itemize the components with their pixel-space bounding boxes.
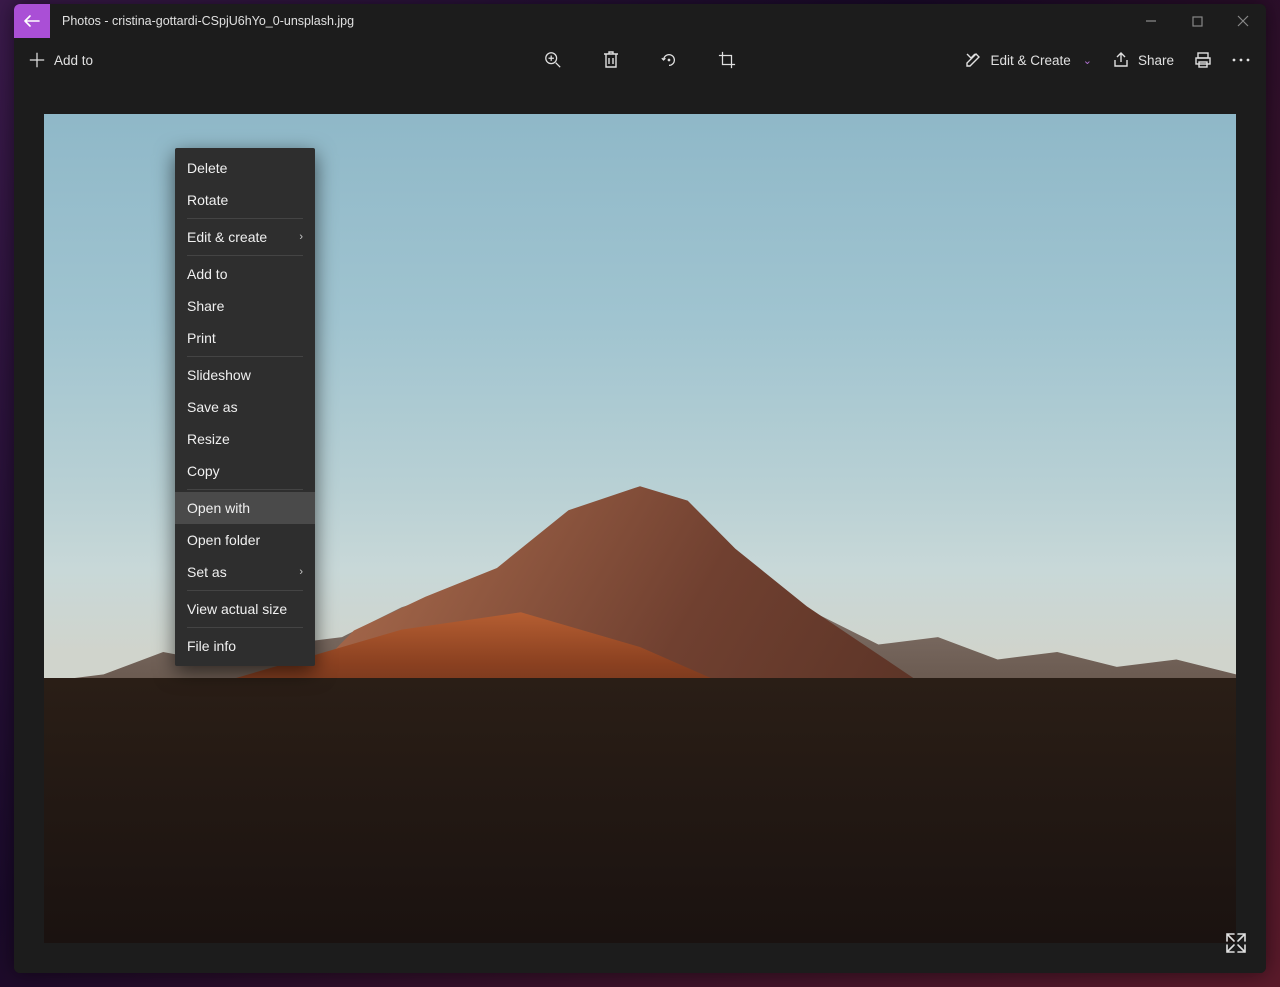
chevron-down-icon: ⌄: [1083, 54, 1092, 67]
maximize-button[interactable]: [1174, 4, 1220, 38]
menu-item-label: Add to: [187, 266, 227, 282]
crop-icon: [718, 51, 736, 69]
menu-item-print[interactable]: Print: [175, 322, 315, 354]
menu-item-add-to[interactable]: Add to: [175, 258, 315, 290]
more-icon: [1232, 51, 1250, 69]
fullscreen-button[interactable]: [1224, 931, 1248, 955]
menu-item-label: Delete: [187, 160, 227, 176]
add-to-button[interactable]: Add to: [28, 51, 93, 69]
zoom-in-icon: [544, 51, 562, 69]
chevron-right-icon: ›: [299, 231, 303, 243]
share-icon: [1112, 51, 1130, 69]
menu-item-label: Open with: [187, 500, 250, 516]
menu-item-label: File info: [187, 638, 236, 654]
menu-separator: [187, 489, 303, 490]
print-button[interactable]: [1194, 51, 1212, 69]
menu-separator: [187, 356, 303, 357]
chevron-right-icon: ›: [299, 566, 303, 578]
menu-item-label: Set as: [187, 564, 227, 580]
menu-item-label: Edit & create: [187, 229, 267, 245]
toolbar: Add to: [14, 38, 1266, 82]
menu-item-edit-create[interactable]: Edit & create ›: [175, 221, 315, 253]
edit-icon: [964, 51, 982, 69]
menu-item-label: Slideshow: [187, 367, 251, 383]
menu-item-rotate[interactable]: Rotate: [175, 184, 315, 216]
menu-item-label: Open folder: [187, 532, 260, 548]
menu-item-view-actual-size[interactable]: View actual size: [175, 593, 315, 625]
menu-separator: [187, 627, 303, 628]
menu-item-slideshow[interactable]: Slideshow: [175, 359, 315, 391]
menu-item-label: Resize: [187, 431, 230, 447]
edit-create-label: Edit & Create: [990, 53, 1070, 68]
add-to-label: Add to: [54, 53, 93, 68]
share-label: Share: [1138, 53, 1174, 68]
print-icon: [1194, 51, 1212, 69]
zoom-button[interactable]: [544, 51, 562, 69]
menu-item-label: Rotate: [187, 192, 228, 208]
plus-icon: [28, 51, 46, 69]
minimize-button[interactable]: [1128, 4, 1174, 38]
window-controls: [1128, 4, 1266, 38]
menu-item-delete[interactable]: Delete: [175, 152, 315, 184]
context-menu: Delete Rotate Edit & create › Add to Share Pri…: [175, 148, 315, 666]
menu-separator: [187, 218, 303, 219]
menu-item-share[interactable]: Share: [175, 290, 315, 322]
back-button[interactable]: [14, 4, 50, 38]
menu-item-set-as[interactable]: Set as ›: [175, 556, 315, 588]
menu-item-resize[interactable]: Resize: [175, 423, 315, 455]
menu-item-label: Share: [187, 298, 224, 314]
rotate-icon: [660, 51, 678, 69]
trash-icon: [602, 51, 620, 69]
rotate-button[interactable]: [660, 51, 678, 69]
share-button[interactable]: Share: [1112, 51, 1174, 69]
edit-create-button[interactable]: Edit & Create ⌄: [964, 51, 1092, 69]
menu-item-copy[interactable]: Copy: [175, 455, 315, 487]
menu-item-save-as[interactable]: Save as: [175, 391, 315, 423]
more-button[interactable]: [1232, 51, 1250, 69]
menu-item-open-with[interactable]: Open with: [175, 492, 315, 524]
crop-button[interactable]: [718, 51, 736, 69]
menu-item-open-folder[interactable]: Open folder: [175, 524, 315, 556]
delete-button[interactable]: [602, 51, 620, 69]
titlebar: Photos - cristina-gottardi-CSpjU6hYo_0-u…: [14, 4, 1266, 38]
menu-item-label: Copy: [187, 463, 220, 479]
menu-item-label: View actual size: [187, 601, 287, 617]
window-title: Photos - cristina-gottardi-CSpjU6hYo_0-u…: [50, 14, 354, 28]
menu-separator: [187, 255, 303, 256]
close-button[interactable]: [1220, 4, 1266, 38]
menu-item-label: Save as: [187, 399, 238, 415]
menu-item-label: Print: [187, 330, 216, 346]
menu-separator: [187, 590, 303, 591]
menu-item-file-info[interactable]: File info: [175, 630, 315, 662]
